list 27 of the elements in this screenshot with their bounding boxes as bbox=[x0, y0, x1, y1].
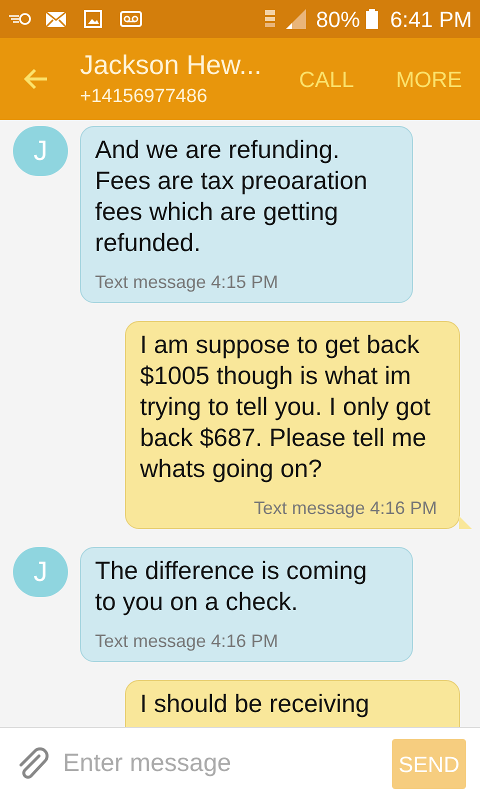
message-timestamp: Text message 4:16 PM bbox=[252, 497, 437, 520]
send-button[interactable]: SEND bbox=[392, 739, 466, 789]
battery-icon bbox=[366, 9, 378, 29]
message-text: The difference is coming to you on a check. bbox=[95, 556, 368, 618]
image-icon bbox=[84, 10, 102, 28]
message-text: I am suppose to get back $1005 though is what im trying to tell you. I only got back $687. Please tell me whats going on? bbox=[140, 330, 432, 485]
back-icon[interactable] bbox=[23, 67, 49, 91]
message-input[interactable]: Enter message bbox=[63, 745, 392, 783]
contact-name: Jackson Hew... bbox=[80, 49, 263, 82]
avatar: J bbox=[13, 547, 68, 597]
battery-percent: 80% bbox=[316, 6, 360, 34]
clock-time: 6:41 PM bbox=[390, 6, 472, 34]
signal-icon bbox=[286, 9, 306, 29]
phone-number: +14156977486 bbox=[80, 85, 208, 109]
message-text: And we are refunding. Fees are tax preoaration fees which are getting refunded. bbox=[95, 135, 368, 259]
message-timestamp: Text message 4:16 PM bbox=[95, 630, 280, 653]
lte-icon bbox=[264, 9, 276, 29]
avatar: J bbox=[13, 126, 68, 176]
message-composer[interactable]: Enter message SEND bbox=[0, 727, 480, 800]
attach-icon[interactable] bbox=[17, 747, 49, 781]
voicemail-icon bbox=[120, 11, 142, 27]
message-timestamp: Text message 4:15 PM bbox=[95, 271, 280, 294]
message-text: I should be receiving bbox=[140, 689, 370, 720]
header-action[interactable]: MORE bbox=[396, 62, 462, 96]
notification-icon bbox=[8, 12, 32, 26]
mail-icon bbox=[46, 12, 66, 26]
header-action[interactable]: CALL bbox=[298, 62, 354, 96]
